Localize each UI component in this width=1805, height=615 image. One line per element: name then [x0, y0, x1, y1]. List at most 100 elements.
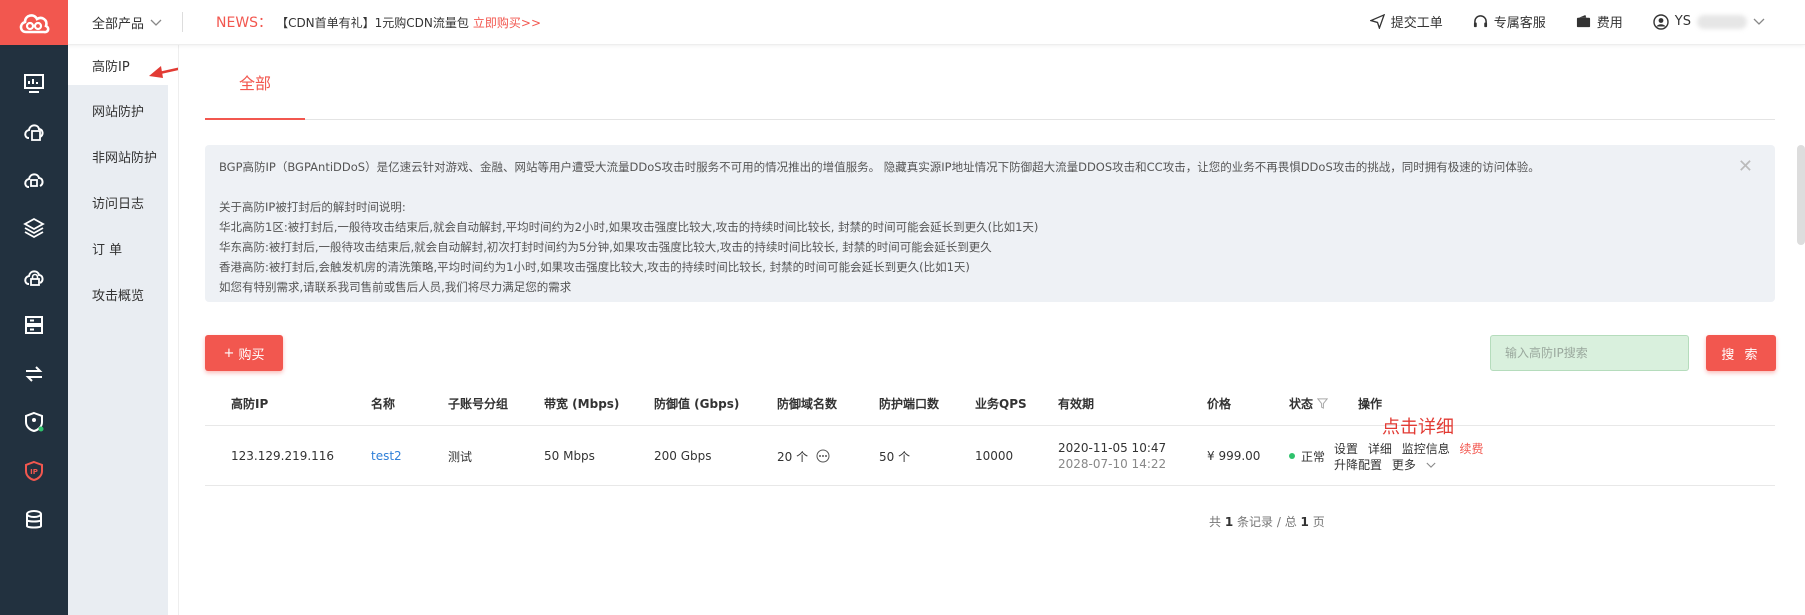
col-group: 子账号分组 [448, 397, 509, 411]
cell-status: 正常 [1289, 426, 1325, 486]
cell-name-link[interactable]: test2 [371, 426, 402, 486]
col-actions: 操作 [1358, 397, 1383, 411]
status-dot-icon [1289, 453, 1295, 459]
rail-item-box[interactable] [0, 208, 68, 248]
user-name-redacted [1697, 14, 1747, 29]
pager-records: 1 [1224, 515, 1234, 529]
submit-ticket-label: 提交工单 [1390, 16, 1443, 31]
col-ip: 高防IP [231, 397, 269, 411]
col-domains: 防御域名数 [777, 397, 838, 411]
cell-ip: 123.129.219.116 [231, 449, 335, 463]
cell-qps: 10000 [975, 449, 1014, 463]
cell-status-value: 正常 [1301, 449, 1326, 464]
pager-pages: 1 [1300, 515, 1309, 529]
cell-validity: 2020-11-05 10:47 2028-07-10 14:22 [1058, 426, 1166, 486]
news-banner: NEWS： 【CDN首单有礼】1元购CDN流量包 立即购买>> [216, 12, 541, 32]
cell-price: ¥ 999.00 [1207, 449, 1261, 463]
notice-box: ✕ BGP高防IP（BGPAntiDDoS）是亿速云针对游戏、金融、网站等用户遭… [205, 145, 1775, 302]
cell-domains-value: 20 个 [777, 449, 809, 464]
buy-label: 购买 [238, 347, 265, 363]
action-detail[interactable]: 详细 [1368, 442, 1392, 456]
submit-ticket-link[interactable]: 提交工单 [1369, 12, 1443, 31]
action-upgrade[interactable]: 升降配置 [1334, 458, 1382, 472]
rail-item-database[interactable] [0, 500, 68, 540]
sync-icon [25, 366, 43, 382]
notice-line-3: 华北高防1区:被打封后,一般待攻击结束后,就会自动解封,平均时间约为2小时,如果… [219, 220, 1039, 234]
action-renew[interactable]: 续费 [1460, 442, 1484, 456]
top-bar: 全部产品 NEWS： 【CDN首单有礼】1元购CDN流量包 立即购买>> 提交工… [0, 0, 1805, 45]
filter-icon[interactable] [1317, 398, 1329, 409]
search-button[interactable]: 搜 索 [1706, 335, 1776, 371]
send-icon [1369, 14, 1385, 29]
cloud-logo-icon [19, 13, 50, 33]
click-detail-annotation: 点击详细 [1382, 417, 1454, 438]
action-monitor[interactable]: 监控信息 [1402, 442, 1450, 456]
top-right-menu: 提交工单 专属客服 费用 YS [1369, 12, 1765, 31]
notice-line-6: 如您有特别需求,请联系我司售前或售后人员,我们将尽力满足您的需求 [219, 280, 572, 294]
news-buy-link[interactable]: 立即购买>> [473, 14, 541, 31]
user-menu[interactable]: YS [1653, 13, 1765, 30]
notice-line-4: 华东高防:被打封后,一般待攻击结束后,就会自动解封,初次打封时间约为5分钟,如果… [219, 240, 992, 254]
all-products-menu[interactable]: 全部产品 [92, 13, 162, 32]
news-text[interactable]: 【CDN首单有礼】1元购CDN流量包 [276, 14, 469, 31]
rail-item-ip[interactable]: IP [0, 451, 68, 491]
col-name: 名称 [371, 397, 396, 411]
cell-start-date: 2020-11-05 10:47 [1058, 441, 1167, 455]
cloud-gear-icon [24, 173, 44, 188]
billing-label: 费用 [1596, 16, 1623, 31]
subnav-item-orders[interactable]: 订 单 [68, 228, 168, 268]
subnav-item-attack-overview[interactable]: 攻击概览 [68, 274, 168, 314]
monitor-icon [24, 74, 44, 93]
col-status[interactable]: 状态 [1289, 381, 1329, 426]
rail-item-sync[interactable] [0, 354, 68, 394]
cell-group: 测试 [448, 449, 473, 464]
col-price: 价格 [1207, 397, 1232, 411]
tab-all[interactable]: 全部 [205, 45, 305, 120]
rail-item-monitor[interactable] [0, 63, 68, 103]
billing-link[interactable]: 费用 [1576, 12, 1623, 31]
divider [182, 12, 183, 32]
user-name: YS [1674, 14, 1691, 29]
subnav-item-non-website-protection[interactable]: 非网站防护 [68, 136, 168, 176]
cell-defense: 200 Gbps [654, 449, 712, 463]
support-link[interactable]: 专属客服 [1473, 12, 1546, 31]
plus-icon: + [223, 345, 235, 361]
rail-item-cloud-doc[interactable] [0, 111, 68, 151]
shield-user-icon [25, 411, 44, 433]
rail-item-cloud-gear[interactable] [0, 160, 68, 200]
icon-rail: IP [0, 45, 68, 615]
more-dots-icon[interactable] [816, 449, 830, 463]
subnav-item-website-protection[interactable]: 网站防护 [68, 90, 168, 130]
action-settings[interactable]: 设置 [1334, 442, 1358, 456]
col-validity: 有效期 [1058, 397, 1095, 411]
chevron-down-icon [1426, 462, 1436, 468]
row-actions: 设置 详细 监控信息 续费 升降配置 更多 [1334, 441, 1490, 473]
chevron-down-icon [150, 19, 162, 26]
close-icon[interactable]: ✕ [1738, 157, 1753, 177]
cell-domains: 20 个 [777, 426, 830, 486]
search-input[interactable] [1490, 335, 1689, 371]
pager-prefix: 共 [1209, 515, 1222, 529]
subnav-item-access-log[interactable]: 访问日志 [68, 182, 168, 222]
support-label: 专属客服 [1493, 16, 1546, 31]
table-row: 123.129.219.116 test2 测试 50 Mbps 200 Gbp… [205, 426, 1775, 486]
scrollbar[interactable] [1797, 145, 1805, 245]
col-status-label: 状态 [1289, 397, 1314, 411]
news-label: NEWS： [216, 15, 273, 31]
cloud-doc-icon [24, 124, 44, 141]
rail-item-cloud-lock[interactable] [0, 257, 68, 297]
col-qps: 业务QPS [975, 397, 1027, 411]
col-ports: 防护端口数 [879, 397, 940, 411]
rail-item-shield-user[interactable] [0, 402, 68, 442]
notice-line-1: BGP高防IP（BGPAntiDDoS）是亿速云针对游戏、金融、网站等用户遭受大… [219, 160, 1540, 174]
action-more[interactable]: 更多 [1392, 458, 1436, 472]
tab-bar: 全部 [205, 45, 1775, 120]
col-bandwidth: 带宽 (Mbps) [544, 397, 620, 411]
wallet-icon [1576, 14, 1590, 28]
rail-item-server[interactable] [0, 305, 68, 345]
cell-bandwidth: 50 Mbps [544, 449, 595, 463]
logo[interactable] [0, 0, 68, 45]
server-icon [25, 316, 43, 334]
pagination-summary: 共 1 条记录 / 总 1 页 [1209, 513, 1325, 530]
buy-button[interactable]: + 购买 [205, 335, 283, 371]
